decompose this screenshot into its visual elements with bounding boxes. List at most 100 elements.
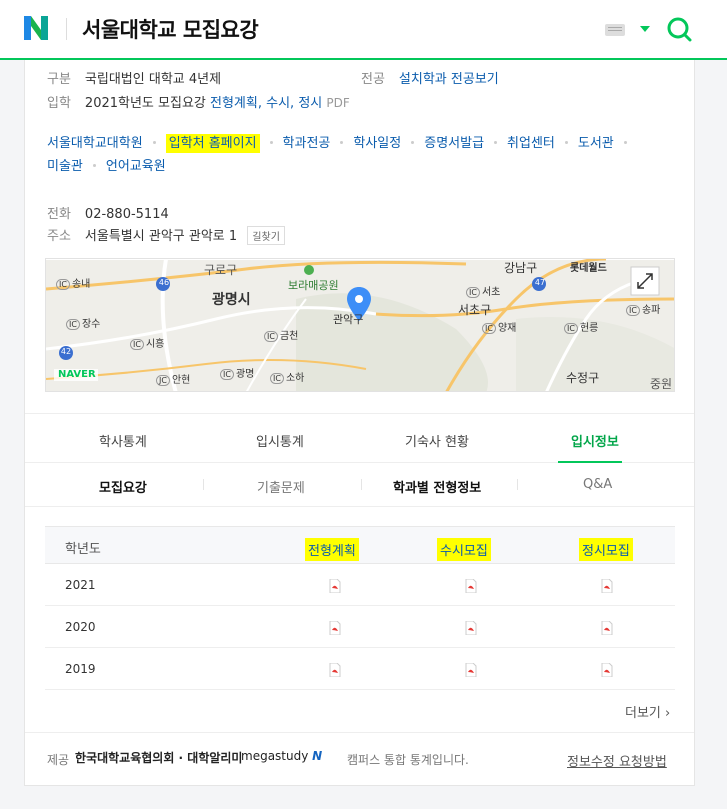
table-header: 학년도 전형계획 수시모집 정시모집 [45, 526, 675, 564]
admission-plan-link[interactable]: 전형계획 [210, 96, 258, 111]
table-row: 2021 [45, 564, 675, 606]
card-footer: 제공 한국대학교육협의회 · 대학알리미 megastudy N 캠퍼스 통합 … [25, 732, 694, 786]
pdf-icon[interactable] [329, 621, 341, 635]
naver-map-logo: NAVER [58, 369, 96, 380]
col-plan: 전형계획 [305, 538, 359, 561]
col-year: 학년도 [65, 542, 101, 557]
pdf-icon[interactable] [329, 579, 341, 593]
directions-button[interactable]: 길찾기 [247, 226, 285, 245]
major-label: 전공 [361, 72, 385, 87]
admission-jeongsi-link[interactable]: 정시 [298, 96, 322, 111]
link-academic-calendar[interactable]: 학사일정 [353, 136, 401, 151]
info-major-row: 전공 설치학과 전공보기 [361, 68, 499, 87]
header-divider [66, 18, 67, 40]
megastudy-mark-icon: N [312, 749, 323, 763]
row-year: 2020 [65, 620, 96, 634]
address-label: 주소 [47, 229, 71, 244]
link-certificates[interactable]: 증명서발급 [424, 136, 484, 151]
admission-format: PDF [326, 96, 350, 110]
admission-susi-link[interactable]: 수시 [266, 96, 290, 111]
col-jeongsi: 정시모집 [579, 538, 633, 561]
admission-year: 2021학년도 모집요강 [84, 96, 206, 111]
subtab-guidelines[interactable]: 모집요강 [99, 477, 147, 496]
provider-label: 제공 [47, 753, 70, 767]
map-label-geumcheon: IC 금천 [264, 327, 298, 342]
pdf-icon[interactable] [601, 663, 613, 677]
pdf-icon[interactable] [601, 579, 613, 593]
map-label-seocho-ic: IC 서초 [466, 283, 500, 298]
link-art-museum[interactable]: 미술관 [47, 159, 83, 174]
naver-logo-icon[interactable] [22, 14, 50, 42]
map-route-42: 42 [60, 347, 72, 356]
map-label-seocho: 서초구 [458, 303, 492, 317]
info-phone-row: 전화 02-880-5114 [47, 203, 169, 222]
map-label-suseong: 수정구 [566, 371, 600, 385]
more-button[interactable]: 더보기 › [625, 702, 670, 721]
pdf-icon[interactable] [465, 663, 477, 677]
top-bar: 서울대학교 모집요강 [0, 0, 727, 60]
tab-academic-stats[interactable]: 학사통계 [99, 431, 147, 450]
link-admission-homepage[interactable]: 입학처 홈페이지 [165, 134, 260, 153]
link-library[interactable]: 도서관 [578, 136, 614, 151]
map-label-gangnam: 강남구 [504, 261, 538, 275]
table-row: 2020 [45, 606, 675, 648]
admission-label: 입학 [47, 96, 71, 111]
pdf-icon[interactable] [601, 621, 613, 635]
pdf-icon[interactable] [329, 663, 341, 677]
report-link[interactable]: 정보수정 요청방법 [567, 751, 667, 770]
keyboard-icon[interactable] [605, 24, 625, 36]
subtab-past-exams[interactable]: 기출문제 [257, 477, 305, 496]
type-label: 구분 [47, 72, 71, 87]
map-label-anhyeon: JC 안현 [156, 371, 190, 386]
map-label-yangjae: IC 양재 [482, 319, 516, 334]
megastudy-logo: megastudy N [241, 749, 323, 763]
link-career-center[interactable]: 취업센터 [507, 136, 555, 151]
major-link[interactable]: 설치학과 전공보기 [399, 72, 499, 87]
map-route-47: 47 [534, 278, 546, 287]
row-year: 2019 [65, 662, 96, 676]
row-year: 2021 [65, 578, 96, 592]
phone-label: 전화 [47, 207, 71, 222]
map-label-gwangmyeong-ic: IC 광명 [220, 365, 254, 380]
info-address-row: 주소 서울특별시 관악구 관악로 1 길찾기 [47, 225, 285, 245]
info-admission-row: 입학 2021학년도 모집요강 전형계획, 수시, 정시 PDF [47, 92, 350, 111]
tab-dormitory[interactable]: 기숙사 현황 [405, 431, 469, 450]
map-label-jangsu: IC 장수 [66, 315, 100, 330]
map-label-soha: IC 소하 [270, 369, 304, 384]
pdf-icon[interactable] [465, 621, 477, 635]
address-value: 서울특별시 관악구 관악로 1 [84, 229, 238, 244]
phone-value[interactable]: 02-880-5114 [85, 207, 169, 222]
map-label-siheung: IC 시흥 [130, 335, 164, 350]
subtab-department-info[interactable]: 학과별 전형정보 [393, 477, 481, 496]
map-label-songpa-ic: IC 송파 [626, 301, 660, 316]
tab-admission-stats[interactable]: 입시통계 [256, 431, 304, 450]
col-susi: 수시모집 [437, 538, 491, 561]
map-route-46: 46 [158, 278, 170, 287]
map-label-lotte: 롯데월드 [570, 263, 607, 274]
map-label-songnae: IC 송내 [56, 275, 90, 290]
link-language-institute[interactable]: 언어교육원 [106, 159, 166, 174]
type-value: 국립대법인 대학교 4년제 [84, 72, 222, 87]
tab-admission-info[interactable]: 입시정보 [571, 431, 619, 450]
map-label-gwanak: 관악구 [333, 313, 364, 326]
pdf-icon[interactable] [465, 579, 477, 593]
map-label-gwangmyeong: 광명시 [212, 292, 251, 308]
page-title: 서울대학교 모집요강 [82, 18, 259, 42]
info-type-row: 구분 국립대법인 대학교 4년제 [47, 68, 221, 87]
chevron-right-icon: › [665, 706, 671, 721]
guidelines-table: 학년도 전형계획 수시모집 정시모집 2021 2020 2019 [45, 526, 675, 690]
search-icon[interactable] [666, 16, 692, 42]
footer-description: 캠퍼스 통합 통계입니다. [347, 753, 469, 767]
subtab-qna[interactable]: Q&A [583, 477, 612, 492]
map-label-heolleung: IC 헌릉 [564, 319, 598, 334]
link-graduate-school[interactable]: 서울대학교대학원 [47, 136, 143, 151]
related-links: 서울대학교대학원 입학처 홈페이지 학과전공 학사일정 증명서발급 취업센터 도서관 미술관… [47, 132, 677, 178]
table-row: 2019 [45, 648, 675, 690]
location-map[interactable]: 구로구 광명시 보라매공원 관악구 강남구 서초구 수정구 중원 롯데월드 IC… [45, 258, 675, 392]
link-majors[interactable]: 학과전공 [283, 136, 331, 151]
main-tabs: 학사통계 입시통계 기숙사 현황 입시정보 [25, 413, 694, 463]
map-label-guro: 구로구 [204, 263, 238, 277]
chevron-down-icon[interactable] [640, 26, 650, 32]
map-label-borame: 보라매공원 [288, 279, 339, 292]
map-label-jungwon: 중원 [650, 377, 673, 391]
